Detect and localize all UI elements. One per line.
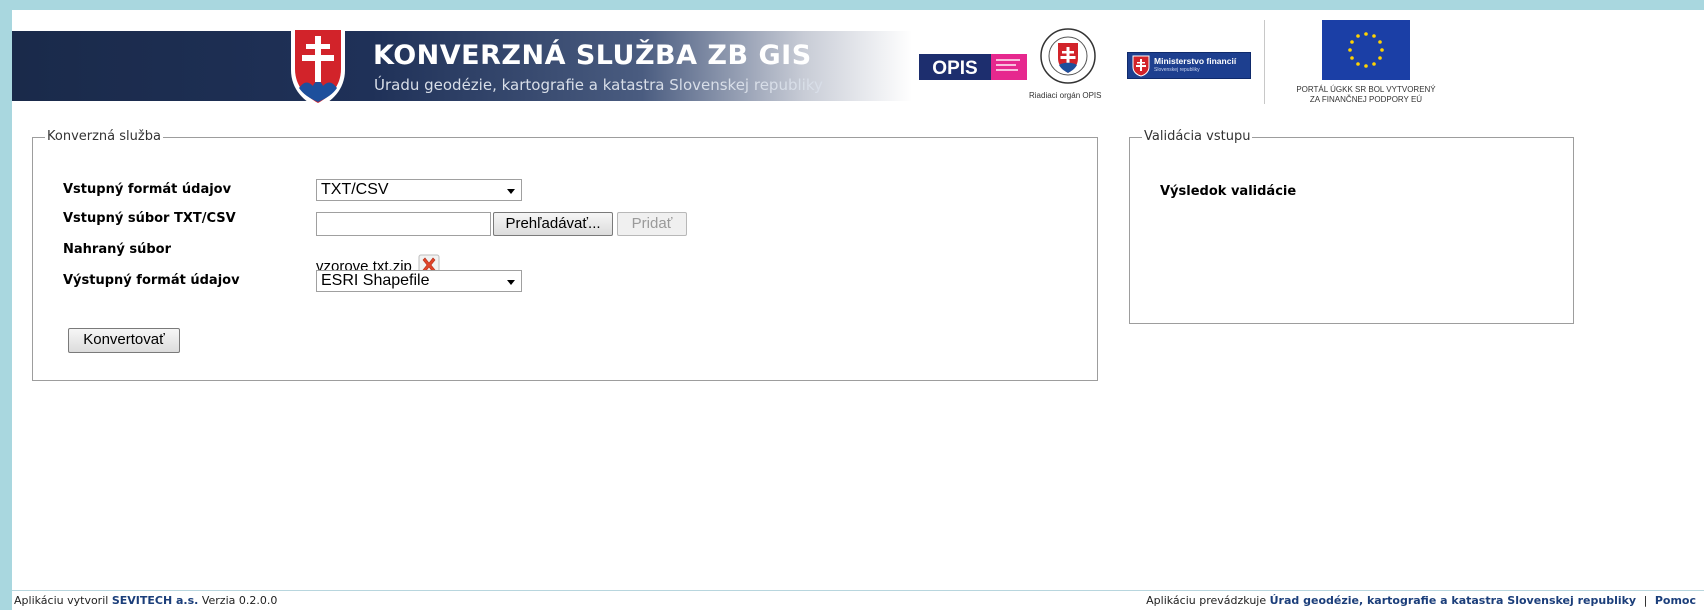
header: KONVERZNÁ SLUŽBA ZB GIS Úradu geodézie, … bbox=[12, 10, 1704, 116]
output-format-select[interactable]: ESRI Shapefile bbox=[316, 270, 522, 292]
output-format-label: Výstupný formát údajov bbox=[63, 273, 240, 288]
ministry-label: Ministerstvo financií bbox=[1154, 56, 1237, 66]
created-by-text: Aplikáciu vytvoril bbox=[14, 594, 109, 607]
validation-panel: Validácia vstupu Výsledok validácie bbox=[1129, 129, 1574, 324]
footer-right: Aplikáciu prevádzkuje Úrad geodézie, kar… bbox=[1146, 594, 1696, 607]
slovak-coat-of-arms-icon bbox=[291, 26, 345, 108]
page-title: KONVERZNÁ SLUŽBA ZB GIS bbox=[373, 40, 812, 71]
app-frame: KONVERZNÁ SLUŽBA ZB GIS Úradu geodézie, … bbox=[12, 10, 1704, 610]
add-button[interactable]: Pridať bbox=[617, 212, 687, 236]
operated-by-text: Aplikáciu prevádzkuje bbox=[1146, 594, 1267, 607]
eu-caption-line2: ZA FINANČNEJ PODPORY EÚ bbox=[1309, 95, 1423, 104]
operator-link[interactable]: Úrad geodézie, kartografie a katastra Sl… bbox=[1270, 594, 1636, 607]
header-divider bbox=[1264, 20, 1265, 104]
version-text: Verzia 0.2.0.0 bbox=[201, 594, 278, 607]
footer-left: Aplikáciu vytvoril SEVITECH a.s. Verzia … bbox=[14, 594, 277, 607]
seal-caption: Riadiaci orgán OPIS bbox=[1029, 91, 1102, 100]
help-link[interactable]: Pomoc bbox=[1655, 594, 1696, 607]
conversion-service-panel: Konverzná služba Vstupný formát údajov T… bbox=[32, 129, 1098, 381]
eu-caption-line1: PORTÁL ÚGKK SR BOL VYTVORENÝ bbox=[1296, 85, 1436, 94]
validation-legend: Validácia vstupu bbox=[1142, 129, 1253, 144]
chevron-down-icon bbox=[507, 189, 515, 194]
page-subtitle: Úradu geodézie, kartografie a katastra S… bbox=[374, 76, 823, 94]
validation-result-title: Výsledok validácie bbox=[1160, 184, 1297, 199]
input-format-value: TXT/CSV bbox=[321, 181, 389, 198]
uploaded-file-label: Nahraný súbor bbox=[63, 242, 171, 257]
convert-button[interactable]: Konvertovať bbox=[68, 328, 180, 353]
eu-flag-icon bbox=[1322, 20, 1410, 80]
svg-text:OPIS: OPIS bbox=[932, 58, 977, 79]
file-path-input[interactable] bbox=[316, 212, 491, 236]
footer: Aplikáciu vytvoril SEVITECH a.s. Verzia … bbox=[12, 590, 1704, 610]
footer-separator: | bbox=[1643, 594, 1648, 607]
government-seal-icon bbox=[1040, 28, 1096, 84]
small-coat-of-arms-icon bbox=[1132, 55, 1150, 77]
chevron-down-icon bbox=[507, 280, 515, 285]
conversion-legend: Konverzná služba bbox=[45, 129, 163, 144]
eu-funding-caption: PORTÁL ÚGKK SR BOL VYTVORENÝ ZA FINANČNE… bbox=[1282, 85, 1450, 105]
input-format-label: Vstupný formát údajov bbox=[63, 182, 232, 197]
input-file-label: Vstupný súbor TXT/CSV bbox=[63, 211, 236, 226]
browse-button[interactable]: Prehľadávať... bbox=[493, 212, 613, 236]
ministry-of-finance-logo: Ministerstvo financií Slovenskej republi… bbox=[1127, 52, 1251, 79]
output-format-value: ESRI Shapefile bbox=[321, 272, 430, 289]
opis-logo: OPIS bbox=[919, 54, 1027, 80]
sevitech-link[interactable]: SEVITECH a.s. bbox=[112, 594, 199, 607]
ministry-sublabel: Slovenskej republiky bbox=[1154, 67, 1200, 73]
input-format-select[interactable]: TXT/CSV bbox=[316, 179, 522, 201]
